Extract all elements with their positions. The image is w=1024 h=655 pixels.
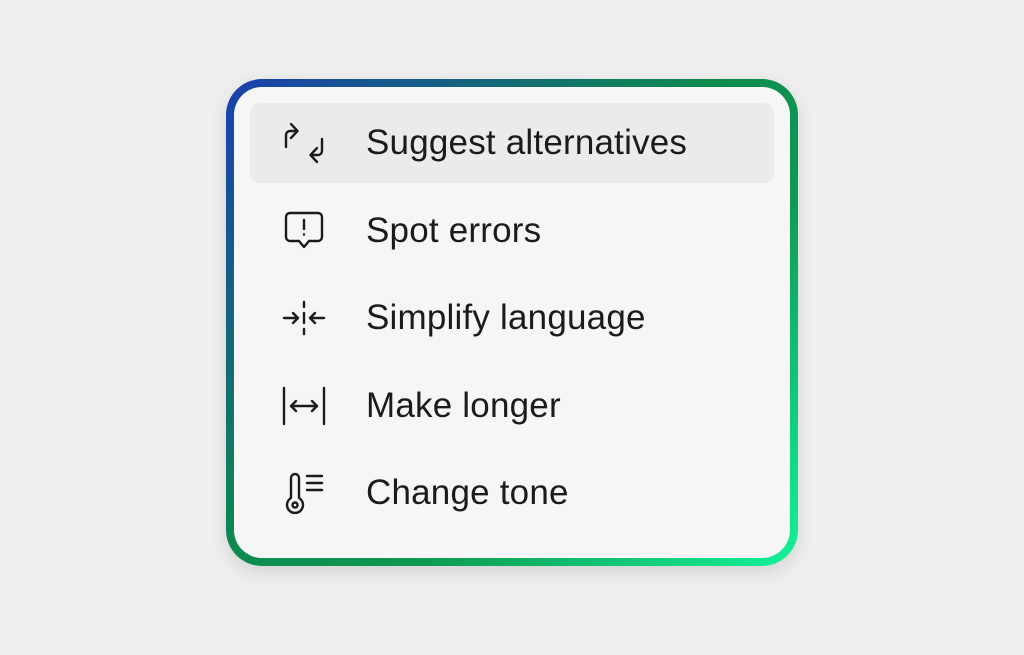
compress-arrows-icon — [278, 292, 330, 344]
menu-item-label: Suggest alternatives — [366, 123, 688, 162]
menu-item-make-longer[interactable]: Make longer — [250, 366, 774, 446]
thermometer-icon — [278, 467, 330, 519]
expand-width-icon — [278, 380, 330, 432]
menu-item-label: Change tone — [366, 473, 569, 512]
alert-message-icon — [278, 205, 330, 257]
menu-item-suggest-alternatives[interactable]: Suggest alternatives — [250, 103, 774, 183]
menu-item-label: Spot errors — [366, 210, 542, 250]
repeat-icon — [278, 117, 330, 169]
stage: Suggest alternatives Spot errors Simplif… — [0, 0, 1024, 655]
menu-item-label: Make longer — [366, 385, 561, 425]
menu-item-spot-errors[interactable]: Spot errors — [250, 191, 774, 271]
menu-item-simplify-language[interactable]: Simplify language — [250, 278, 774, 358]
menu-item-change-tone[interactable]: Change tone — [250, 453, 774, 533]
menu-item-label: Simplify language — [366, 298, 646, 337]
ai-actions-menu: Suggest alternatives Spot errors Simplif… — [226, 79, 798, 566]
menu-panel: Suggest alternatives Spot errors Simplif… — [234, 87, 790, 558]
